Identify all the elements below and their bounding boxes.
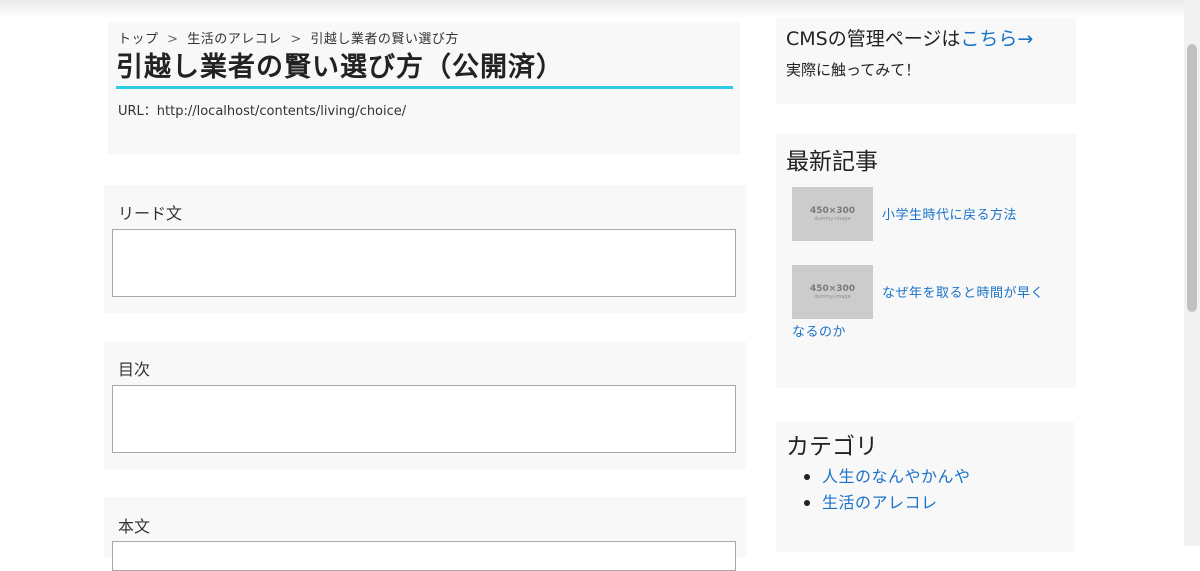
scrollbar-thumb[interactable] xyxy=(1187,44,1197,312)
breadcrumb-item-category[interactable]: 生活のアレコレ xyxy=(187,32,282,47)
bullet-icon xyxy=(804,474,810,480)
category-list: 人生のなんやかんや 生活のアレコレ xyxy=(786,464,971,516)
lead-textarea[interactable] xyxy=(112,229,736,297)
article-link-2-line1[interactable]: なぜ年を取ると時間が早く xyxy=(882,282,1044,301)
cms-text-label: CMSの管理ページは xyxy=(786,28,961,50)
categories-heading: カテゴリ xyxy=(786,434,878,460)
article-link-1[interactable]: 小学生時代に戻る方法 xyxy=(882,204,1017,223)
cms-text: CMSの管理ページはこちら→ xyxy=(786,24,1033,51)
thumbnail-size-label: 450×300 xyxy=(809,283,856,294)
category-link-living[interactable]: 生活のアレコレ xyxy=(822,493,938,512)
thumbnail-sub-label: dummy-image xyxy=(814,215,851,222)
title-underline xyxy=(116,86,733,89)
toc-textarea[interactable] xyxy=(112,385,736,453)
cms-subtext: 実際に触ってみて！ xyxy=(786,61,921,79)
breadcrumb-item-current: 引越し業者の賢い選び方 xyxy=(310,32,459,47)
article-thumbnail[interactable]: 450×300 dummy-image xyxy=(792,187,873,241)
cms-link[interactable]: こちら→ xyxy=(960,28,1033,50)
latest-articles-heading: 最新記事 xyxy=(786,149,878,175)
toc-label: 目次 xyxy=(118,360,151,379)
vertical-scrollbar[interactable] xyxy=(1184,0,1200,546)
breadcrumb-separator: > xyxy=(290,32,302,47)
browser-top-shadow xyxy=(0,0,1200,18)
category-link-life[interactable]: 人生のなんやかんや xyxy=(822,467,971,486)
category-item: 生活のアレコレ xyxy=(786,490,971,516)
page-url: URL：http://localhost/contents/living/cho… xyxy=(118,104,407,119)
body-label: 本文 xyxy=(118,517,151,536)
breadcrumb-separator: > xyxy=(167,32,179,47)
breadcrumb: トップ > 生活のアレコレ > 引越し業者の賢い選び方 xyxy=(118,28,459,47)
breadcrumb-item-top[interactable]: トップ xyxy=(118,32,159,47)
thumbnail-size-label: 450×300 xyxy=(809,205,856,216)
article-thumbnail[interactable]: 450×300 dummy-image xyxy=(792,265,873,319)
page-title: 引越し業者の賢い選び方（公開済） xyxy=(116,52,564,83)
article-link-2-line2[interactable]: なるのか xyxy=(792,321,846,340)
category-item: 人生のなんやかんや xyxy=(786,464,971,490)
lead-label: リード文 xyxy=(118,204,183,223)
bullet-icon xyxy=(804,500,810,506)
thumbnail-sub-label: dummy-image xyxy=(814,293,851,300)
